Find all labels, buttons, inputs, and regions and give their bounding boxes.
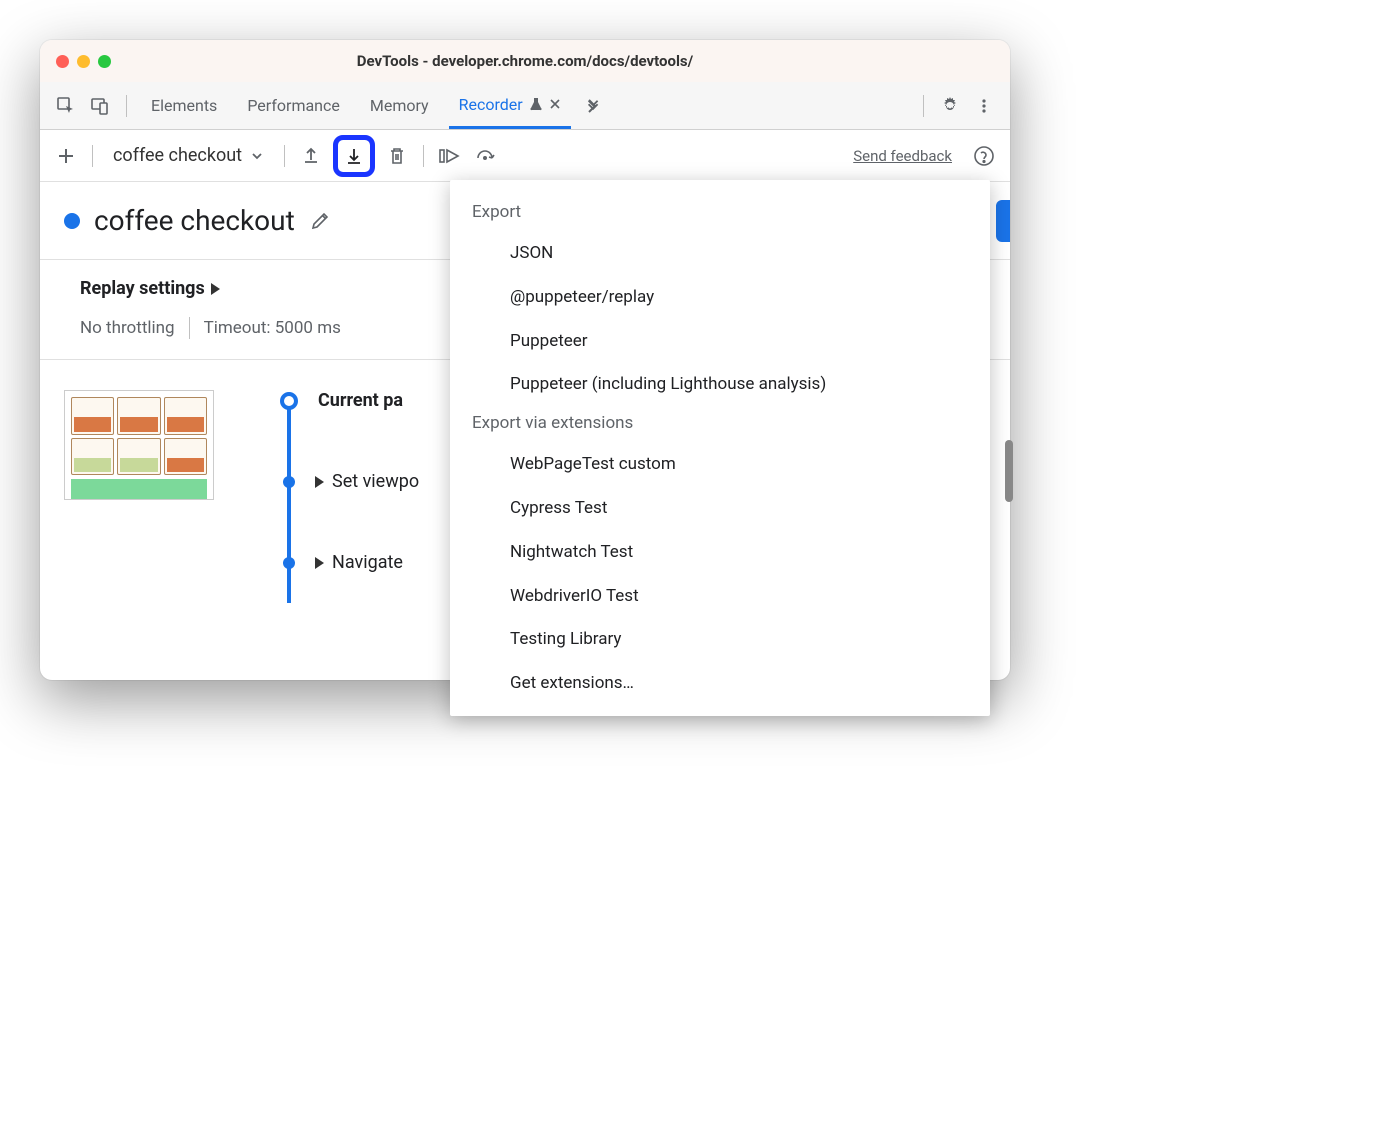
send-feedback-link[interactable]: Send feedback <box>853 147 952 165</box>
new-recording-button[interactable] <box>52 142 80 170</box>
export-option-json[interactable]: JSON <box>450 232 990 276</box>
export-option-get-extensions[interactable]: Get extensions… <box>450 662 990 706</box>
divider <box>126 95 127 117</box>
settings-gear-icon[interactable] <box>938 94 962 118</box>
dropdown-section-header: Export <box>450 196 990 232</box>
tab-recorder[interactable]: Recorder <box>449 82 571 129</box>
chevron-down-icon <box>250 149 264 163</box>
edit-title-button[interactable] <box>309 210 331 232</box>
kebab-menu-icon[interactable] <box>972 94 996 118</box>
import-button[interactable] <box>297 142 325 170</box>
divider <box>423 145 424 167</box>
export-option-puppeteer-replay[interactable]: @puppeteer/replay <box>450 276 990 320</box>
tab-elements[interactable]: Elements <box>141 82 227 129</box>
caret-right-icon <box>211 283 220 295</box>
inspect-element-icon[interactable] <box>54 94 78 118</box>
export-button[interactable] <box>340 142 368 170</box>
recording-selector[interactable]: coffee checkout <box>105 145 272 166</box>
scrollbar-thumb[interactable] <box>1005 440 1013 502</box>
divider <box>284 145 285 167</box>
export-option-testing-library[interactable]: Testing Library <box>450 618 990 662</box>
titlebar: DevTools - developer.chrome.com/docs/dev… <box>40 40 1010 82</box>
devtools-window: DevTools - developer.chrome.com/docs/dev… <box>40 40 1010 680</box>
timeline-dot-icon <box>283 476 295 488</box>
divider <box>189 317 190 339</box>
recording-selector-label: coffee checkout <box>113 145 242 166</box>
timeline-dot-icon <box>283 557 295 569</box>
replay-button[interactable] <box>436 142 464 170</box>
export-option-nightwatch[interactable]: Nightwatch Test <box>450 531 990 575</box>
step-label: Navigate <box>332 552 403 573</box>
divider <box>92 145 93 167</box>
export-option-webpagetest[interactable]: WebPageTest custom <box>450 443 990 487</box>
side-tab-indicator[interactable] <box>996 200 1010 242</box>
replay-settings-button[interactable] <box>472 142 500 170</box>
help-button[interactable] <box>970 142 998 170</box>
flask-icon <box>529 97 543 111</box>
window-title: DevTools - developer.chrome.com/docs/dev… <box>40 52 1010 70</box>
caret-right-icon <box>315 476 324 488</box>
timeout-value: Timeout: 5000 ms <box>204 318 341 338</box>
throttling-value: No throttling <box>80 318 175 338</box>
step-label: Current pa <box>318 390 403 411</box>
export-option-puppeteer-lighthouse[interactable]: Puppeteer (including Lighthouse analysis… <box>450 363 990 407</box>
export-dropdown: Export JSON @puppeteer/replay Puppeteer … <box>450 180 990 716</box>
recording-title: coffee checkout <box>94 204 295 237</box>
recorder-toolbar: coffee checkout Send feedback <box>40 130 1010 182</box>
export-button-highlight <box>333 135 375 177</box>
export-option-cypress[interactable]: Cypress Test <box>450 487 990 531</box>
tab-recorder-label: Recorder <box>459 95 523 114</box>
status-dot-icon <box>64 213 80 229</box>
export-option-puppeteer[interactable]: Puppeteer <box>450 320 990 364</box>
tab-performance[interactable]: Performance <box>237 82 350 129</box>
more-tabs-icon[interactable] <box>581 94 605 118</box>
step-label: Set viewpo <box>332 471 419 492</box>
caret-right-icon <box>315 557 324 569</box>
timeline-dot-icon <box>280 392 298 410</box>
page-thumbnail <box>64 390 214 500</box>
replay-settings-label: Replay settings <box>80 278 205 299</box>
traffic-lights <box>56 55 111 68</box>
maximize-window-button[interactable] <box>98 55 111 68</box>
panel-tabbar: Elements Performance Memory Recorder <box>40 82 1010 130</box>
close-tab-icon[interactable] <box>549 98 561 110</box>
divider <box>923 95 924 117</box>
delete-button[interactable] <box>383 142 411 170</box>
minimize-window-button[interactable] <box>77 55 90 68</box>
close-window-button[interactable] <box>56 55 69 68</box>
dropdown-section-header: Export via extensions <box>450 407 990 443</box>
device-toggle-icon[interactable] <box>88 94 112 118</box>
tab-memory[interactable]: Memory <box>360 82 439 129</box>
export-option-webdriverio[interactable]: WebdriverIO Test <box>450 575 990 619</box>
